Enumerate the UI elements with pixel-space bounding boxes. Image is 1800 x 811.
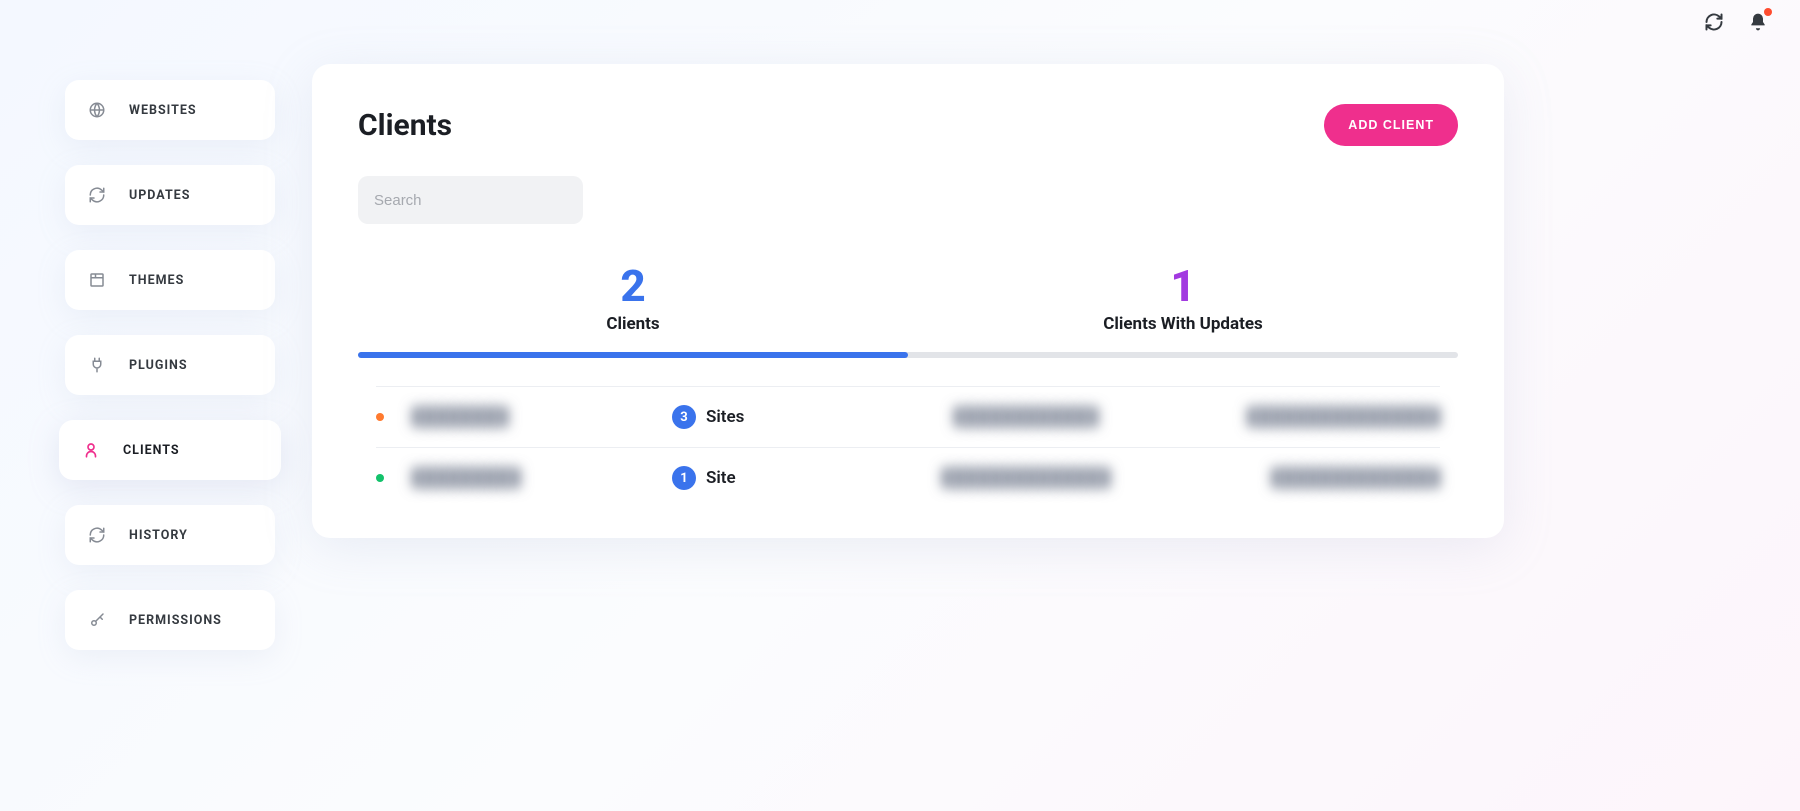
refresh-icon (87, 525, 107, 545)
refresh-icon (87, 185, 107, 205)
client-company: ██████████████ (882, 468, 1170, 488)
sites-word: Sites (706, 407, 744, 427)
stat-value: 2 (358, 260, 908, 312)
status-dot-orange (376, 413, 384, 421)
user-icon (81, 440, 101, 460)
client-row[interactable]: ████████ 3 Sites ████████████ ██████████… (376, 386, 1440, 447)
sidebar-item-clients[interactable]: CLIENTS (59, 420, 281, 480)
globe-icon (87, 100, 107, 120)
sidebar-label: THEMES (129, 273, 184, 288)
tab-track (358, 352, 1458, 358)
client-email: ██████████████ (1180, 468, 1440, 488)
add-client-button[interactable]: ADD CLIENT (1324, 104, 1458, 146)
status-dot-green (376, 474, 384, 482)
key-icon (87, 610, 107, 630)
tab-clients[interactable]: 2 Clients (358, 260, 908, 352)
client-name: ████████ (412, 407, 662, 427)
main-panel: Clients ADD CLIENT 2 Clients 1 Clients W… (312, 64, 1504, 538)
sidebar-label: UPDATES (129, 188, 190, 203)
tab-indicator (358, 352, 908, 358)
stat-label: Clients (358, 314, 908, 334)
client-company: ████████████ (882, 407, 1170, 427)
window-icon (87, 270, 107, 290)
sidebar-item-permissions[interactable]: PERMISSIONS (65, 590, 275, 650)
plug-icon (87, 355, 107, 375)
sidebar-item-themes[interactable]: THEMES (65, 250, 275, 310)
stat-label: Clients With Updates (908, 314, 1458, 334)
sites-count-badge: 3 (672, 405, 696, 429)
notification-dot (1764, 8, 1772, 16)
sidebar-item-updates[interactable]: UPDATES (65, 165, 275, 225)
sidebar-label: WEBSITES (129, 103, 197, 118)
client-email: ████████████████ (1180, 407, 1440, 427)
tab-clients-with-updates[interactable]: 1 Clients With Updates (908, 260, 1458, 352)
client-row[interactable]: █████████ 1 Site ██████████████ ████████… (376, 447, 1440, 508)
sidebar-item-plugins[interactable]: PLUGINS (65, 335, 275, 395)
sites-count-badge: 1 (672, 466, 696, 490)
sidebar-label: PERMISSIONS (129, 613, 222, 628)
search-input[interactable] (358, 176, 583, 224)
sidebar-label: PLUGINS (129, 358, 188, 373)
stat-value: 1 (908, 260, 1458, 312)
sidebar-item-history[interactable]: HISTORY (65, 505, 275, 565)
sidebar-label: CLIENTS (123, 443, 180, 458)
sidebar-item-websites[interactable]: WEBSITES (65, 80, 275, 140)
sidebar-label: HISTORY (129, 528, 188, 543)
bell-icon[interactable] (1746, 10, 1770, 34)
sidebar: WEBSITES UPDATES THEMES PLUGINS CLIENTS … (65, 80, 275, 650)
client-name: █████████ (412, 468, 662, 488)
page-title: Clients (358, 108, 452, 143)
refresh-icon[interactable] (1702, 10, 1726, 34)
sites-word: Site (706, 468, 736, 488)
